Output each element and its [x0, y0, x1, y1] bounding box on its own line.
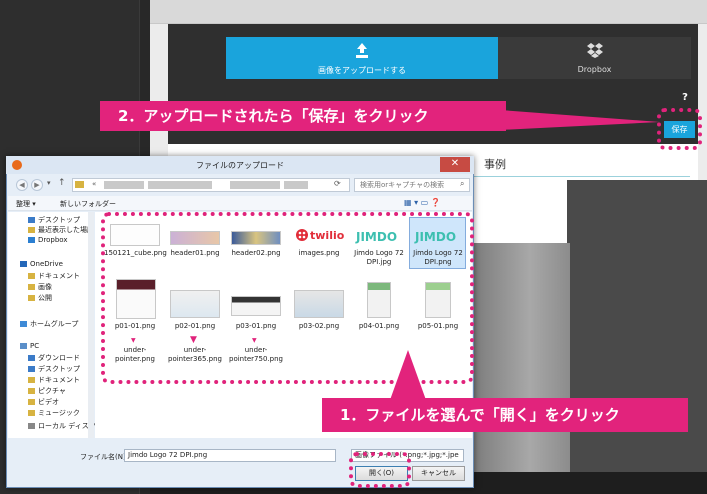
sidebar-item-homegroup[interactable]: ホームグループ [20, 319, 78, 329]
cancel-button[interactable]: キャンセル [412, 466, 465, 481]
sidebar-item-desktop2[interactable]: デスクトップ [28, 364, 80, 374]
open-highlight-box [349, 452, 411, 488]
search-icon: ⌕ [460, 179, 465, 188]
dropbox-icon [587, 43, 603, 58]
folder-icon [75, 181, 84, 188]
sidebar-item-downloads[interactable]: ダウンロード [28, 353, 80, 363]
filename-label: ファイル名(N): [80, 453, 129, 461]
step1-arrow [390, 350, 426, 400]
blurred-path-segment [230, 181, 280, 189]
sidebar-item-dropbox[interactable]: Dropbox [28, 236, 68, 244]
upload-icon [356, 43, 368, 58]
step1-callout: 1．ファイルを選んで「開く」をクリック [322, 398, 688, 432]
blurred-path-segment [104, 181, 144, 189]
step2-callout: 2．アップロードされたら「保存」をクリック [100, 101, 506, 131]
forward-arrow-icon[interactable]: ▶ [31, 179, 43, 191]
right-dark-panel [567, 180, 707, 480]
new-folder-button[interactable]: 新しいフォルダー [60, 199, 116, 209]
heading-underline [470, 176, 690, 177]
sidebar-item-documents2[interactable]: ドキュメント [28, 375, 80, 385]
recent-dropdown-icon[interactable]: ▾ [47, 179, 51, 187]
sidebar-scrollbar[interactable] [88, 212, 94, 438]
help-icon[interactable]: ? [679, 92, 691, 104]
close-button[interactable]: ✕ [440, 157, 470, 172]
save-highlight-box [657, 108, 702, 150]
sidebar-item-pictures2[interactable]: ピクチャ [28, 386, 66, 396]
sidebar-item-music[interactable]: ミュージック [28, 408, 80, 418]
up-arrow-icon[interactable]: ↑ [58, 178, 66, 188]
sidebar-item-pictures[interactable]: 画像 [28, 282, 52, 292]
page-image [470, 243, 570, 483]
refresh-icon[interactable]: ⟳ [334, 179, 341, 188]
blurred-path-segment [284, 181, 308, 189]
upload-image-label: 画像をアップロードする [318, 66, 406, 75]
address-prefix: « [92, 180, 97, 188]
dropbox-button[interactable]: Dropbox [498, 37, 691, 79]
search-placeholder: 検索用orキャプチャの検索 [360, 181, 445, 189]
view-options-icon[interactable]: ▦ ▾ ▭ ❓ [404, 198, 441, 207]
blurred-path-segment [148, 181, 212, 189]
sidebar-item-videos[interactable]: ビデオ [28, 397, 59, 407]
dialog-title: ファイルのアップロード [196, 161, 284, 170]
sidebar-item-desktop[interactable]: デスクトップ [28, 215, 80, 225]
sidebar-item-public[interactable]: 公開 [28, 293, 52, 303]
step2-arrow [500, 110, 660, 130]
sidebar-item-recent[interactable]: 最近表示した場所 [28, 225, 94, 235]
organize-button[interactable]: 整理 ▾ [16, 199, 36, 209]
sidebar-item-pc[interactable]: PC [20, 342, 39, 350]
sidebar-item-onedrive[interactable]: OneDrive [20, 260, 63, 268]
section-heading: 事例 [484, 158, 506, 171]
filename-input[interactable]: Jimdo Logo 72 DPI.png [124, 449, 336, 462]
upload-image-button[interactable]: 画像をアップロードする [226, 37, 498, 79]
dropbox-label: Dropbox [577, 65, 612, 74]
sidebar-item-documents[interactable]: ドキュメント [28, 271, 80, 281]
web-top-strip [150, 0, 707, 24]
back-arrow-icon[interactable]: ◀ [16, 179, 28, 191]
